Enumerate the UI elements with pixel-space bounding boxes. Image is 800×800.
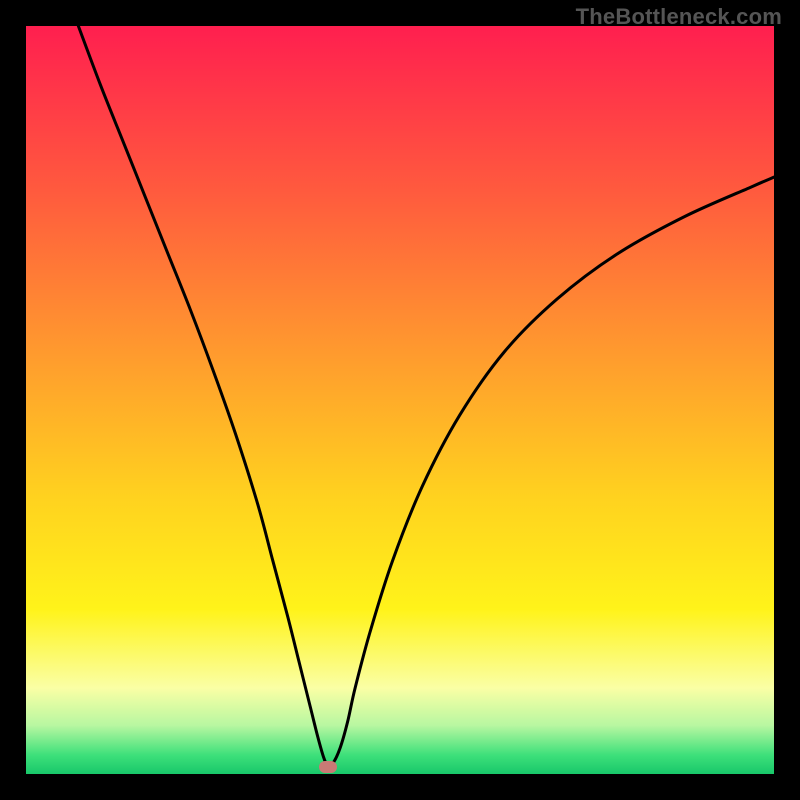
plot-area xyxy=(26,26,774,774)
chart-stage: TheBottleneck.com xyxy=(0,0,800,800)
gradient-background xyxy=(26,26,774,774)
watermark-text: TheBottleneck.com xyxy=(576,4,782,30)
optimal-point-marker xyxy=(319,761,337,773)
bottleneck-chart-svg xyxy=(26,26,774,774)
